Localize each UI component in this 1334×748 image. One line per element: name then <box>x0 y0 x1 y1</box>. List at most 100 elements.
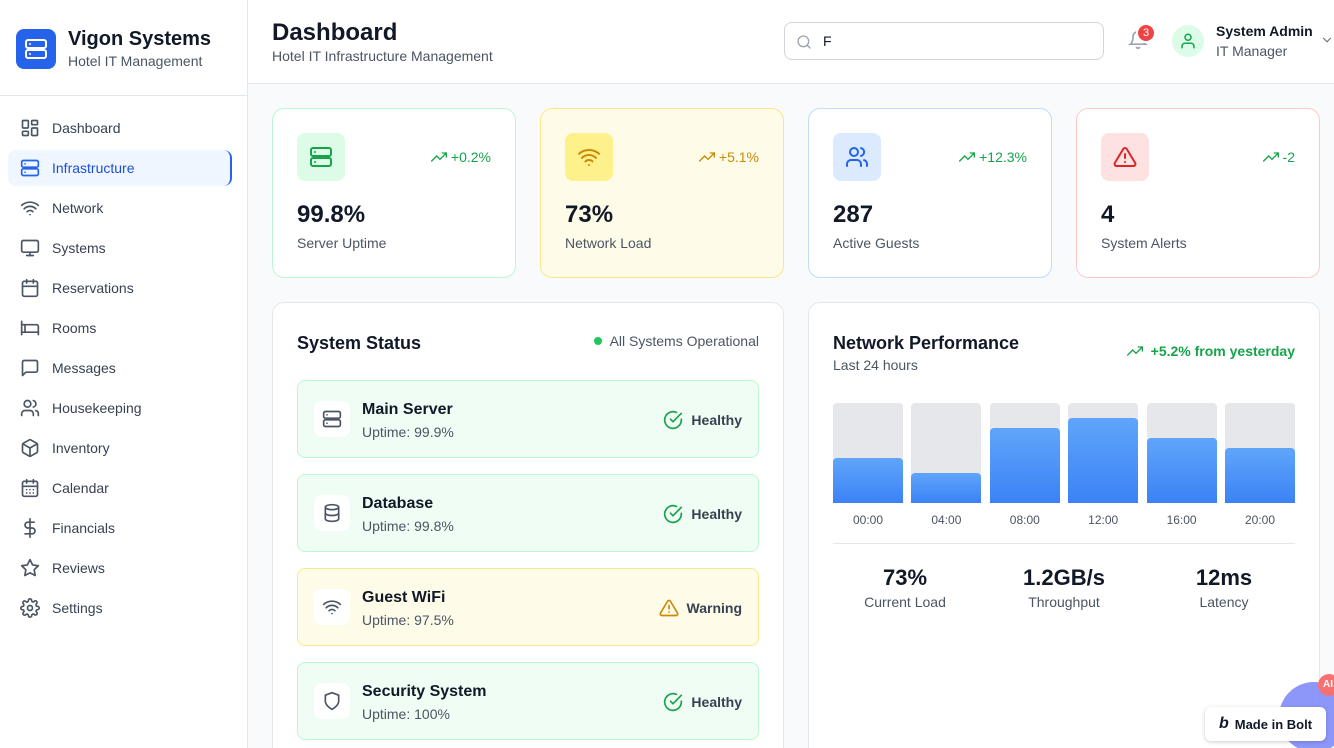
database-icon <box>314 495 350 531</box>
system-status-label: Healthy <box>691 412 742 428</box>
bar <box>833 458 903 503</box>
stat-card-system-alerts[interactable]: -2 4 System Alerts <box>1076 108 1320 278</box>
system-name: Database <box>362 495 434 512</box>
stat-label: Active Guests <box>833 235 920 251</box>
ai-badge: AI <box>1318 674 1334 696</box>
network-trend-text: +5.2% from yesterday <box>1150 343 1295 359</box>
sidebar-item-reviews[interactable]: Reviews <box>8 550 232 586</box>
bar <box>1068 418 1139 503</box>
status-dot <box>593 337 602 345</box>
sidebar-item-reservations[interactable]: Reservations <box>8 270 232 306</box>
system-status: Healthy <box>663 410 742 430</box>
sidebar-item-label: Financials <box>52 520 116 536</box>
check-circle-icon <box>664 410 683 430</box>
alert-triangle-icon <box>1101 133 1149 181</box>
alert-triangle-icon <box>658 599 679 617</box>
sidebar-item-calendar[interactable]: Calendar <box>8 470 232 506</box>
system-status-label: Healthy <box>691 506 742 522</box>
sidebar-item-dashboard[interactable]: Dashboard <box>8 110 232 146</box>
metric-value: 1.2GB/s <box>1023 565 1105 590</box>
bar-track <box>911 403 982 503</box>
metric-label: Throughput <box>1028 594 1100 610</box>
bar-track <box>989 403 1060 503</box>
sidebar-item-label: Housekeeping <box>52 400 142 416</box>
stat-label: System Alerts <box>1101 235 1187 251</box>
network-performance-panel: Network Performance Last 24 hours +5.2% … <box>808 302 1320 748</box>
system-name: Guest WiFi <box>362 589 446 606</box>
stat-value: 73% <box>565 201 614 228</box>
metric-value: 12ms <box>1195 565 1253 590</box>
calendar-days-icon <box>20 478 40 498</box>
brand[interactable]: Vigon Systems Hotel IT Management <box>16 27 211 71</box>
sidebar-item-label: Network <box>52 200 104 216</box>
box-icon <box>20 438 40 458</box>
sidebar-nav: Dashboard Infrastructure Network Systems… <box>8 110 232 630</box>
system-uptime: Uptime: 97.5% <box>362 612 454 628</box>
stat-value: 4 <box>1101 201 1115 228</box>
server-icon <box>297 133 345 181</box>
system-status-panel: System Status All Systems Operational Ma… <box>272 302 784 748</box>
sidebar-item-financials[interactable]: Financials <box>8 510 232 546</box>
x-tick-label: 04:00 <box>931 513 962 527</box>
avatar[interactable] <box>1172 25 1204 57</box>
brand-name: Vigon Systems <box>68 28 212 50</box>
system-row-security-system[interactable]: Security System Uptime: 100% Healthy <box>297 662 759 740</box>
monitor-icon <box>20 238 40 258</box>
system-status-label: Healthy <box>691 694 742 710</box>
user-role: IT Manager <box>1216 43 1288 59</box>
bar <box>1225 448 1295 503</box>
bar-track <box>1068 403 1139 503</box>
search-input[interactable] <box>823 31 1093 51</box>
metric-latency: 12ms Latency <box>1147 565 1301 610</box>
sidebar-item-infrastructure[interactable]: Infrastructure <box>8 150 232 186</box>
status-badge: All Systems Operational <box>593 333 759 349</box>
system-row-main-server[interactable]: Main Server Uptime: 99.9% Healthy <box>297 380 759 458</box>
system-row-database[interactable]: Database Uptime: 99.8% Healthy <box>297 474 759 552</box>
x-tick-label: 16:00 <box>1166 513 1197 527</box>
system-row-guest-wifi[interactable]: Guest WiFi Uptime: 97.5% Warning <box>297 568 759 646</box>
search-box[interactable] <box>784 22 1104 60</box>
made-in-bolt-badge[interactable]: b Made in Bolt <box>1205 707 1326 741</box>
server-icon <box>20 158 40 178</box>
sidebar-item-settings[interactable]: Settings <box>8 590 232 626</box>
sidebar-item-network[interactable]: Network <box>8 190 232 226</box>
stat-trend: +0.2% <box>430 149 491 165</box>
bar <box>1146 438 1217 503</box>
top-header: Dashboard Hotel IT Infrastructure Manage… <box>248 0 1334 84</box>
sidebar-item-rooms[interactable]: Rooms <box>8 310 232 346</box>
chevron-down-icon[interactable] <box>1320 33 1334 47</box>
notification-badge: 3 <box>1136 23 1156 43</box>
check-circle-icon <box>664 504 683 524</box>
wifi-icon <box>314 589 350 625</box>
stat-card-network-load[interactable]: +5.1% 73% Network Load <box>540 108 784 278</box>
stat-trend-value: +0.2% <box>450 149 491 165</box>
system-name: Main Server <box>362 401 453 418</box>
sidebar-item-inventory[interactable]: Inventory <box>8 430 232 466</box>
system-uptime: Uptime: 99.9% <box>362 424 454 440</box>
system-status: Healthy <box>663 504 742 524</box>
stat-trend-value: -2 <box>1282 149 1295 165</box>
sidebar-item-label: Calendar <box>52 480 109 496</box>
server-icon <box>314 401 350 437</box>
trending-up-icon <box>1126 346 1143 356</box>
bolt-logo-icon: b <box>1218 715 1229 732</box>
status-text: All Systems Operational <box>609 333 759 349</box>
shield-icon <box>314 683 350 719</box>
stat-trend: -2 <box>1262 149 1295 165</box>
sidebar-item-housekeeping[interactable]: Housekeeping <box>8 390 232 426</box>
sidebar-item-label: Reservations <box>52 280 134 296</box>
bed-icon <box>20 318 40 338</box>
metric-label: Current Load <box>864 594 946 610</box>
sidebar-item-messages[interactable]: Messages <box>8 350 232 386</box>
stat-label: Server Uptime <box>297 235 387 251</box>
wifi-icon <box>565 133 613 181</box>
divider <box>833 543 1295 544</box>
bar <box>989 428 1060 503</box>
trending-up-icon <box>1262 152 1279 162</box>
user-name[interactable]: System Admin <box>1216 23 1313 39</box>
stat-card-active-guests[interactable]: +12.3% 287 Active Guests <box>808 108 1052 278</box>
network-trend: +5.2% from yesterday <box>1126 343 1295 359</box>
x-tick-label: 08:00 <box>1009 513 1040 527</box>
sidebar-item-systems[interactable]: Systems <box>8 230 232 266</box>
stat-card-server-uptime[interactable]: +0.2% 99.8% Server Uptime <box>272 108 516 278</box>
